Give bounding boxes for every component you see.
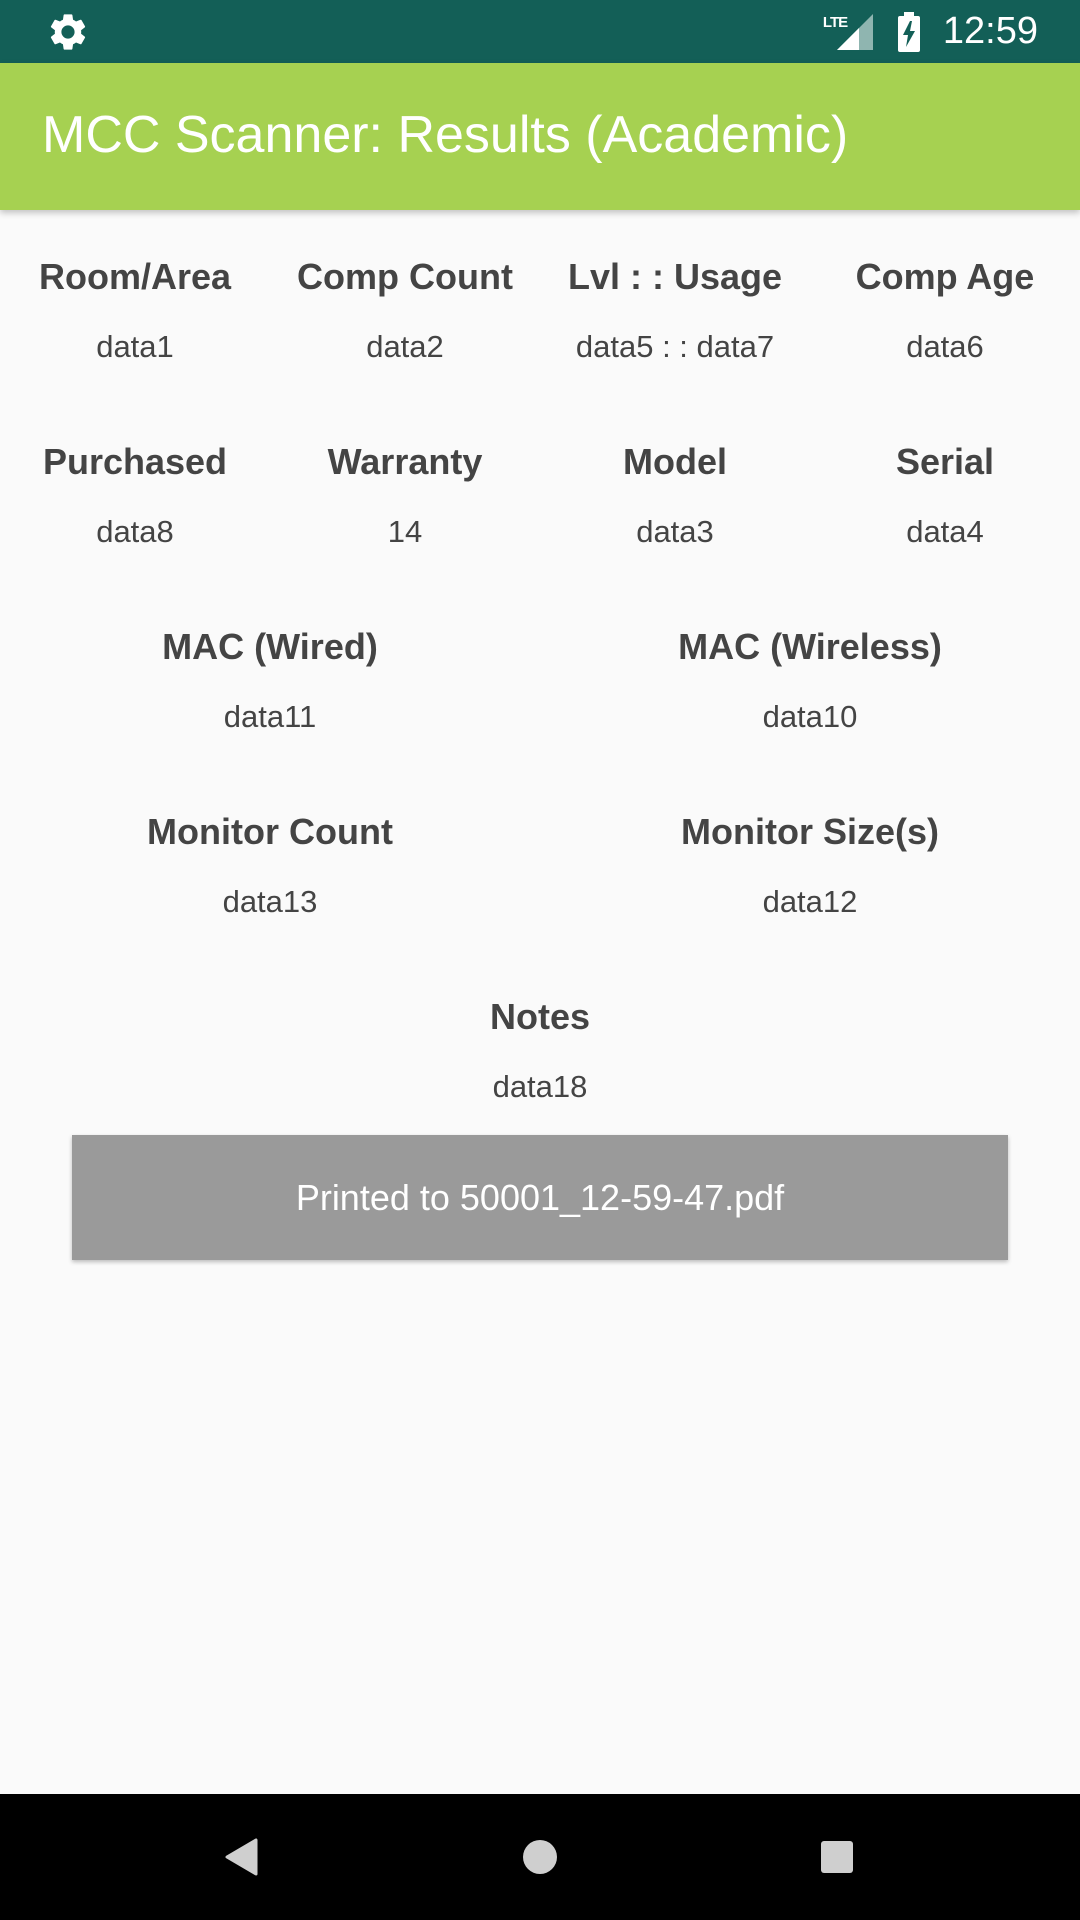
field-comp-age: Comp Age data6 (810, 250, 1080, 370)
field-value: data10 (762, 699, 858, 734)
back-button[interactable] (211, 1827, 271, 1887)
field-value: data5 : : data7 (575, 329, 775, 364)
field-model: Model data3 (540, 435, 810, 555)
field-label: Monitor Size(s) (681, 811, 939, 852)
field-label: MAC (Wireless) (678, 626, 942, 667)
status-right: LTE 12:59 (823, 0, 1080, 63)
field-value: data13 (222, 884, 318, 919)
field-value: data12 (762, 884, 858, 919)
field-value: data18 (492, 1069, 588, 1104)
print-status-button[interactable]: Printed to 50001_12-59-47.pdf (72, 1135, 1008, 1260)
field-value: data8 (96, 514, 174, 549)
field-warranty: Warranty 14 (270, 435, 540, 555)
app-bar: MCC Scanner: Results (Academic) (0, 63, 1080, 210)
field-purchased: Purchased data8 (0, 435, 270, 555)
field-label: Monitor Count (147, 811, 393, 852)
battery-charging-icon (897, 11, 920, 52)
field-notes: Notes data18 (0, 990, 1080, 1110)
field-monitor-count: Monitor Count data13 (0, 805, 540, 925)
field-label: MAC (Wired) (162, 626, 378, 667)
gear-icon (50, 14, 86, 50)
app-title: MCC Scanner: Results (Academic) (42, 106, 849, 164)
lte-signal-icon: LTE (823, 12, 875, 52)
field-lvl-usage: Lvl : : Usage data5 : : data7 (540, 250, 810, 370)
home-icon (523, 1840, 557, 1874)
field-label: Comp Age (855, 256, 1035, 297)
field-value: data6 (906, 329, 984, 364)
navigation-bar (0, 1794, 1080, 1920)
field-monitor-sizes: Monitor Size(s) data12 (540, 805, 1080, 925)
screen: LTE 12:59 MCC Scanner: Results (Academic… (0, 0, 1080, 1920)
field-value: data3 (636, 514, 714, 549)
home-button[interactable] (510, 1827, 570, 1887)
field-label: Comp Count (297, 256, 513, 297)
field-label: Serial (895, 441, 995, 482)
field-label: Warranty (327, 441, 483, 482)
back-icon (225, 1838, 258, 1876)
field-value: data1 (96, 329, 174, 364)
field-label: Lvl : : Usage (567, 256, 783, 297)
status-bar: LTE 12:59 (0, 0, 1080, 63)
field-value: 14 (387, 514, 423, 549)
field-value: data4 (906, 514, 984, 549)
status-time: 12:59 (942, 10, 1038, 52)
field-label: Room/Area (38, 256, 232, 297)
recents-button[interactable] (807, 1827, 867, 1887)
field-label: Notes (489, 996, 591, 1037)
field-value: data2 (366, 329, 444, 364)
field-comp-count: Comp Count data2 (270, 250, 540, 370)
field-label: Purchased (42, 441, 228, 482)
field-room-area: Room/Area data1 (0, 250, 270, 370)
field-mac-wired: MAC (Wired) data11 (0, 620, 540, 740)
field-serial: Serial data4 (810, 435, 1080, 555)
recents-icon (821, 1841, 853, 1873)
field-value: data11 (223, 699, 317, 734)
field-label: Model (623, 441, 727, 482)
field-mac-wireless: MAC (Wireless) data10 (540, 620, 1080, 740)
